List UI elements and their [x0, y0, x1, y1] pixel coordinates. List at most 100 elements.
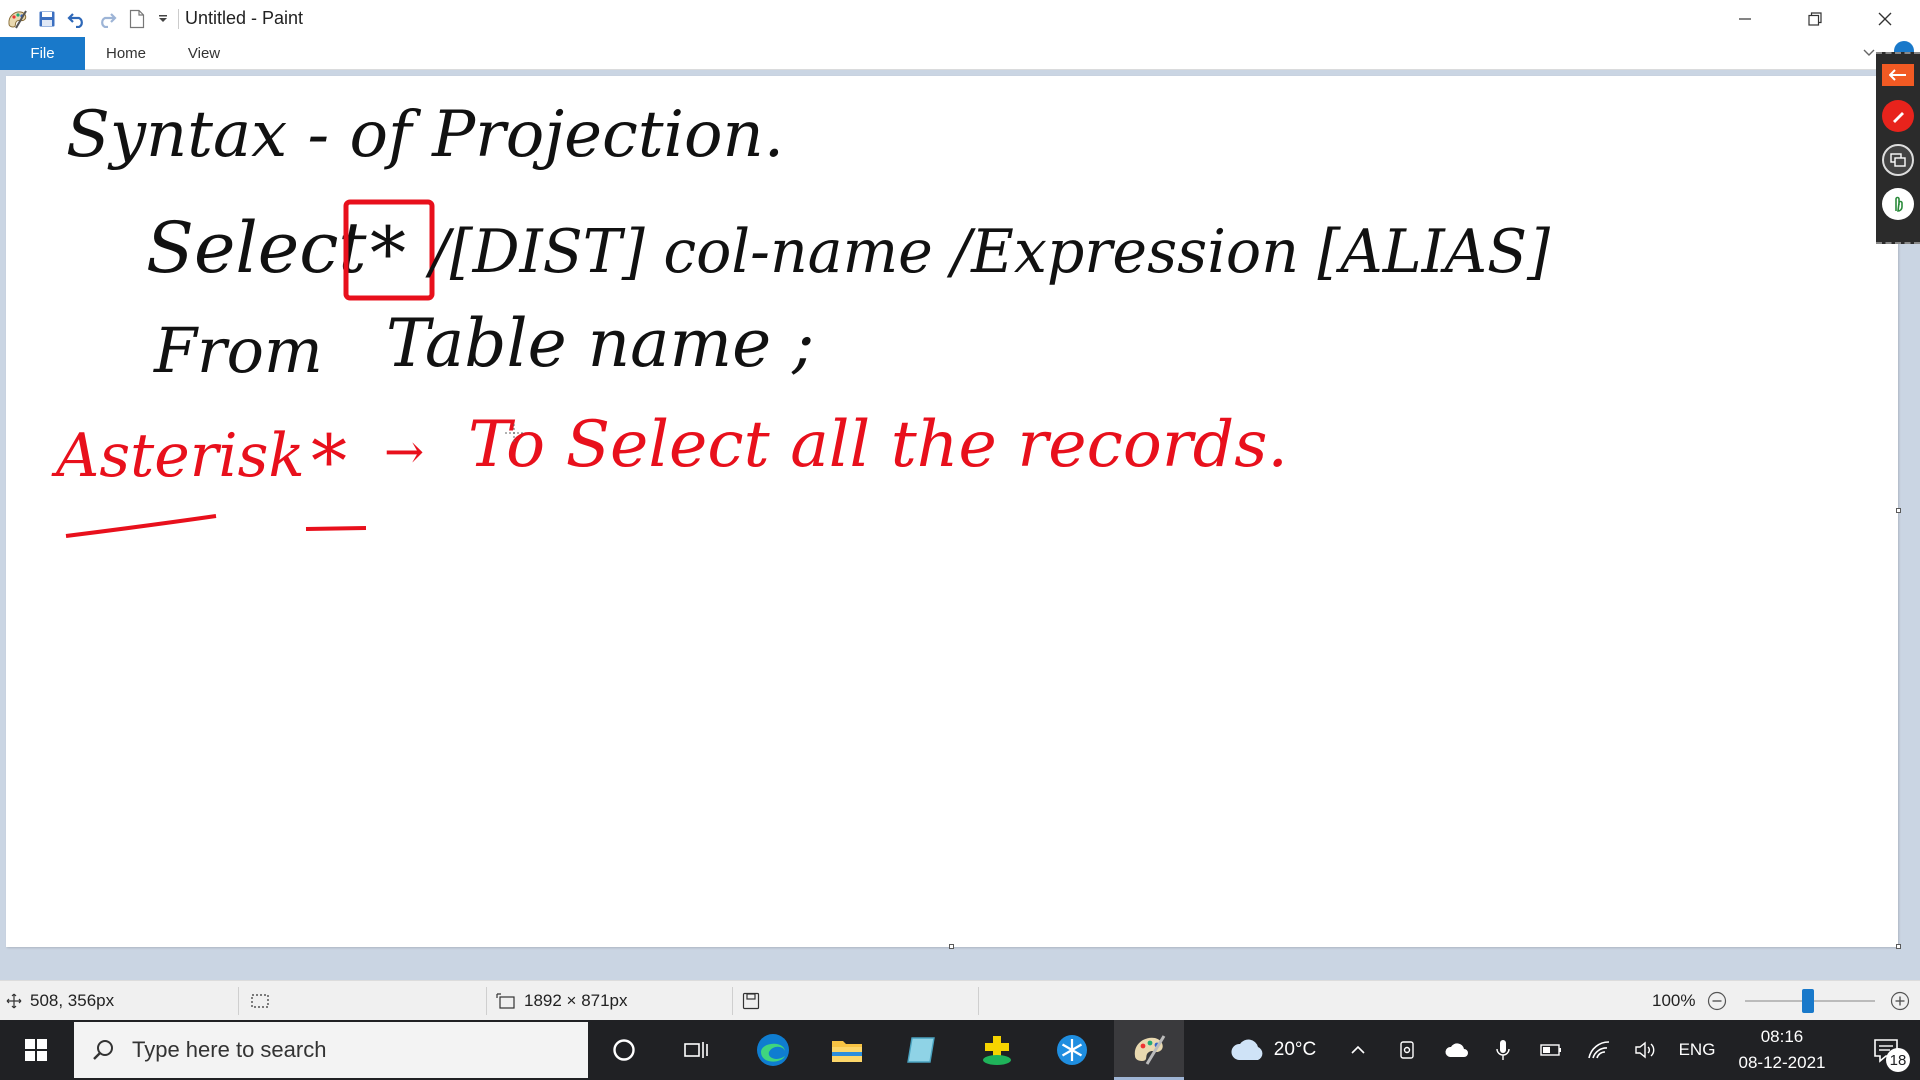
notification-count-badge: 18: [1886, 1048, 1910, 1072]
show-hidden-icons-button[interactable]: [1340, 1020, 1376, 1080]
resize-handle-corner[interactable]: [1896, 944, 1901, 949]
task-view-icon: [684, 1042, 708, 1058]
text-red-star: *: [311, 419, 347, 503]
status-divider: [732, 987, 733, 1015]
new-file-icon[interactable]: [122, 0, 152, 37]
status-divider: [238, 987, 239, 1015]
paint-icon: [1134, 1034, 1166, 1065]
restore-button[interactable]: [1780, 0, 1850, 37]
game-app[interactable]: [966, 1020, 1028, 1080]
tab-home[interactable]: Home: [92, 37, 160, 70]
undo-icon[interactable]: [62, 0, 92, 37]
ribbon-tabs: File Home View: [0, 37, 1920, 70]
status-divider: [486, 987, 487, 1015]
input-language[interactable]: ENG: [1672, 1020, 1722, 1080]
text-to-select-all: To Select all the records.: [468, 408, 1288, 482]
text-asterisk: Asterisk: [51, 421, 305, 491]
file-size: [742, 981, 760, 1021]
zoom-in-button[interactable]: [1890, 981, 1910, 1021]
pointer-hand-icon[interactable]: [1882, 188, 1914, 220]
task-view-button[interactable]: [666, 1020, 726, 1080]
cortana-circle-icon: [613, 1039, 635, 1061]
taskbar: Type here to search 20°C ENG 08:16 08-12…: [0, 1020, 1920, 1080]
minimize-button[interactable]: [1710, 0, 1780, 37]
window-controls: [1710, 0, 1920, 37]
pen-toolbar: [1876, 52, 1920, 244]
weather-widget[interactable]: 20°C: [1222, 1020, 1324, 1080]
clock[interactable]: 08:16 08-12-2021: [1722, 1020, 1842, 1080]
drawing-canvas[interactable]: Syntax - of Projection. Select * /[DIST]…: [6, 76, 1898, 947]
speaker-icon: [1635, 1041, 1655, 1059]
text-syntax-of-projection: Syntax - of Projection.: [66, 98, 784, 172]
resize-handle-bottom[interactable]: [949, 944, 954, 949]
canvas-drawing: Syntax - of Projection. Select * /[DIST]…: [51, 98, 1551, 538]
text-table-name: Table name ;: [386, 305, 814, 382]
battery-button[interactable]: [1532, 1020, 1568, 1080]
zoom-level: 100%: [1652, 991, 1696, 1010]
microphone-icon: [1496, 1040, 1510, 1060]
network-button[interactable]: [1580, 1020, 1618, 1080]
text-arrow: →: [384, 424, 424, 480]
onedrive-cloud-icon: [1445, 1043, 1468, 1057]
notification-center-button[interactable]: 18: [1854, 1020, 1918, 1080]
text-select: Select: [146, 207, 367, 289]
status-bar: 508, 356px 1892 × 871px 100%: [0, 980, 1920, 1020]
move-cursor-icon: [6, 993, 22, 1009]
snowflake-app[interactable]: [1041, 1020, 1103, 1080]
image-size-value: 1892 × 871px: [524, 991, 628, 1010]
selection-size: [250, 981, 278, 1021]
cursor-position: 508, 356px: [6, 981, 114, 1021]
quick-access-toolbar: [0, 0, 185, 37]
cursor-position-value: 508, 356px: [30, 991, 115, 1010]
microphone-button[interactable]: [1486, 1020, 1520, 1080]
volume-button[interactable]: [1628, 1020, 1664, 1080]
meet-now-button[interactable]: [1390, 1020, 1426, 1080]
start-button[interactable]: [0, 1020, 72, 1080]
cortana-button[interactable]: [594, 1020, 654, 1080]
zoom-slider-thumb[interactable]: [1802, 989, 1814, 1013]
text-from: From: [153, 314, 323, 387]
cloud-icon: [1231, 1039, 1263, 1060]
onedrive-button[interactable]: [1438, 1020, 1476, 1080]
edge-app[interactable]: [742, 1020, 804, 1080]
wifi-icon: [1588, 1041, 1610, 1059]
clock-time: 08:16: [1760, 1027, 1804, 1046]
file-explorer-app[interactable]: [816, 1020, 878, 1080]
meet-now-icon: [1400, 1041, 1414, 1059]
notes-app-icon: [907, 1037, 935, 1063]
text-select-rest: /[DIST] col-name /Expression [ALIAS]: [425, 217, 1550, 287]
text-star: *: [370, 211, 406, 295]
folder-icon: [832, 1041, 862, 1062]
disk-icon: [742, 992, 760, 1010]
work-area: Syntax - of Projection. Select * /[DIST]…: [0, 70, 1920, 980]
save-icon[interactable]: [32, 0, 62, 37]
paint-app-icon[interactable]: [2, 0, 32, 37]
status-divider: [978, 987, 979, 1015]
chevron-up-icon: [1351, 1045, 1365, 1054]
windows-logo-icon: [25, 1039, 47, 1061]
asterisk-underline: [65, 514, 217, 538]
paint-app[interactable]: [1114, 1020, 1184, 1080]
image-size: 1892 × 871px: [496, 981, 628, 1021]
snowflake-icon: [1057, 1035, 1087, 1065]
collapse-arrow-icon[interactable]: [1882, 64, 1914, 86]
search-icon: [74, 1038, 132, 1062]
battery-icon: [1540, 1044, 1561, 1056]
tab-file[interactable]: File: [0, 37, 85, 70]
redo-icon[interactable]: [92, 0, 122, 37]
game-app-icon: [983, 1036, 1011, 1065]
weather-temperature: 20°C: [1273, 1039, 1317, 1060]
zoom-out-button[interactable]: [1707, 981, 1727, 1021]
image-size-icon: [496, 993, 515, 1009]
title-bar: Untitled - Paint: [0, 0, 1920, 37]
whiteboard-icon[interactable]: [1882, 144, 1914, 176]
notes-app[interactable]: [890, 1020, 952, 1080]
star-underline: [305, 526, 367, 531]
pen-draw-icon[interactable]: [1882, 100, 1914, 132]
tab-view[interactable]: View: [172, 37, 236, 70]
customize-qat-dropdown-icon[interactable]: [152, 0, 174, 37]
window-title: Untitled - Paint: [185, 8, 304, 28]
taskbar-search-box[interactable]: Type here to search: [74, 1022, 588, 1078]
resize-handle-right[interactable]: [1896, 508, 1901, 513]
close-button[interactable]: [1850, 0, 1920, 37]
